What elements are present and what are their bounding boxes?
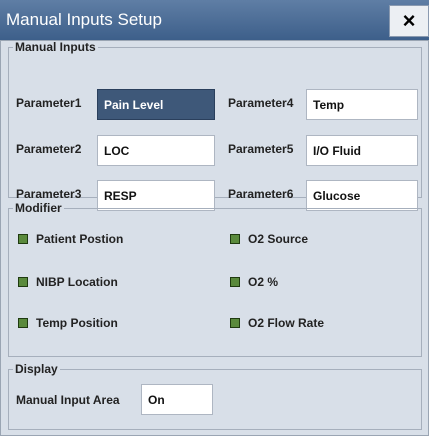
window-title: Manual Inputs Setup <box>6 10 162 29</box>
parameter5-label: Parameter5 <box>228 142 294 156</box>
parameter4-label: Parameter4 <box>228 96 294 110</box>
checkbox-icon <box>18 277 28 287</box>
checkbox-icon <box>230 277 240 287</box>
modifier-o2-percent[interactable]: O2 % <box>230 275 278 289</box>
modifier-label: O2 Source <box>248 232 309 246</box>
close-icon: × <box>402 8 416 33</box>
checkbox-icon <box>18 234 28 244</box>
modifier-label: Patient Postion <box>36 232 124 246</box>
checkbox-icon <box>230 318 240 328</box>
parameter6-label: Parameter6 <box>228 187 294 201</box>
modifier-label: NIBP Location <box>36 275 118 289</box>
parameter1-label: Parameter1 <box>16 96 82 110</box>
modifier-label: Temp Position <box>36 316 118 330</box>
modifier-temp-position[interactable]: Temp Position <box>18 316 118 330</box>
parameter5-field[interactable]: I/O Fluid <box>306 135 418 166</box>
display-legend: Display <box>15 362 58 376</box>
modifier-o2-source[interactable]: O2 Source <box>230 232 308 246</box>
modifier-o2-flow-rate[interactable]: O2 Flow Rate <box>230 316 324 330</box>
title-bar: Manual Inputs Setup × <box>0 0 429 40</box>
modifier-label: O2 Flow Rate <box>248 316 325 330</box>
parameter3-label: Parameter3 <box>16 187 82 201</box>
parameter1-field[interactable]: Pain Level <box>97 89 215 120</box>
manual-input-area-field[interactable]: On <box>141 384 213 415</box>
parameter2-field[interactable]: LOC <box>97 135 215 166</box>
close-button[interactable]: × <box>389 5 429 37</box>
parameter2-label: Parameter2 <box>16 142 82 156</box>
modifier-legend: Modifier <box>15 201 62 215</box>
manual-inputs-legend: Manual Inputs <box>15 40 96 54</box>
modifier-patient-position[interactable]: Patient Postion <box>18 232 123 246</box>
parameter4-field[interactable]: Temp <box>306 89 418 120</box>
checkbox-icon <box>18 318 28 328</box>
modifier-label: O2 % <box>248 275 279 289</box>
modifier-nibp-location[interactable]: NIBP Location <box>18 275 118 289</box>
checkbox-icon <box>230 234 240 244</box>
manual-input-area-label: Manual Input Area <box>16 393 120 407</box>
